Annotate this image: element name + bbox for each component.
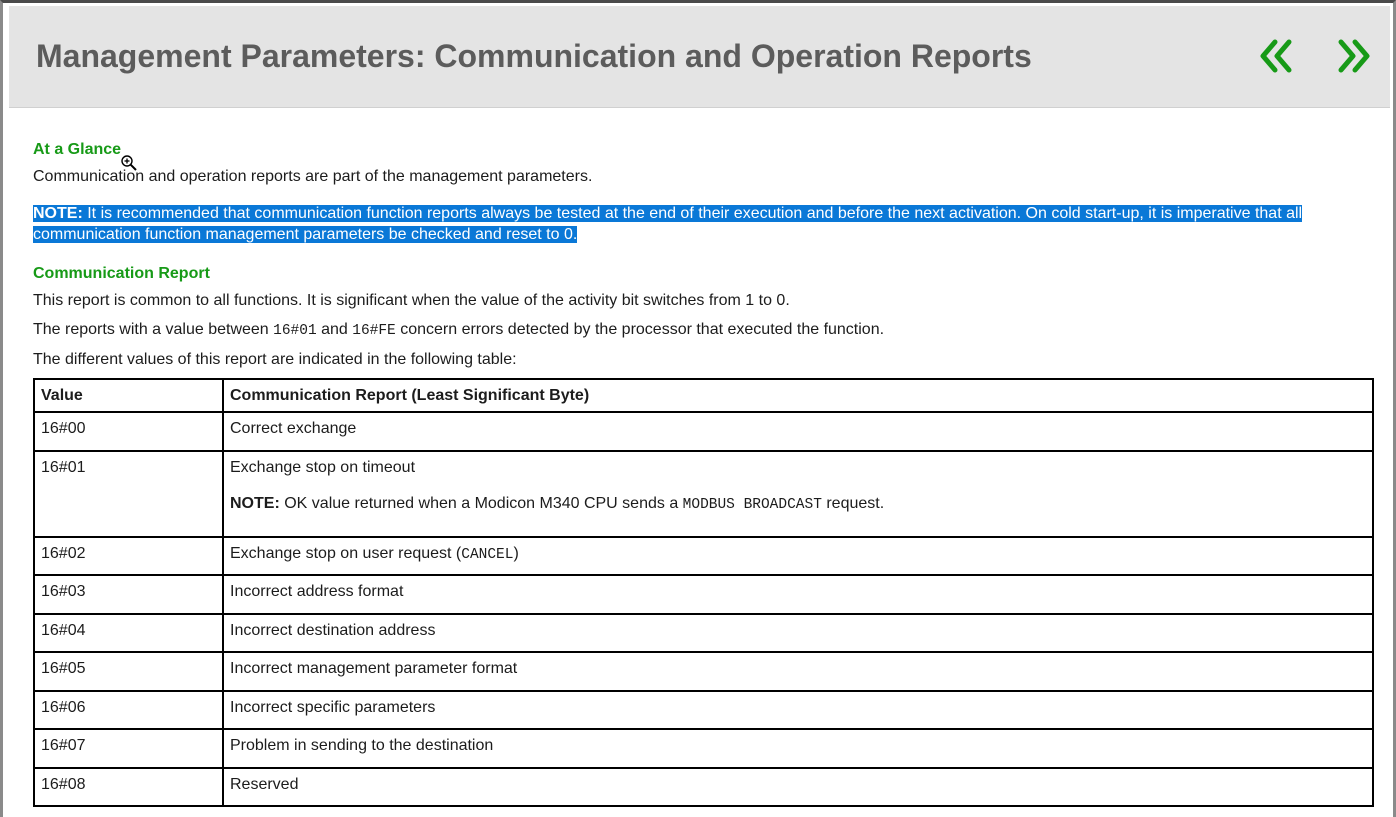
value-cell: 16#00 bbox=[33, 411, 224, 452]
report-paragraph-3: The different values of this report are … bbox=[33, 351, 517, 368]
table-row: 16#04 Incorrect destination address bbox=[33, 612, 1374, 653]
code-value-low: 16#01 bbox=[273, 323, 317, 339]
description-cell: Incorrect address format bbox=[222, 574, 1374, 615]
value-cell: 16#02 bbox=[33, 535, 224, 576]
table-row: 16#08 Reserved bbox=[33, 766, 1374, 807]
page-title: Management Parameters: Communication and… bbox=[36, 38, 1032, 74]
value-cell: 16#07 bbox=[33, 728, 224, 769]
table-row: 16#05 Incorrect management parameter for… bbox=[33, 651, 1374, 692]
value-cell: 16#01 bbox=[33, 449, 224, 538]
code-modbus-broadcast: MODBUS BROADCAST bbox=[682, 496, 822, 513]
description-cell: Incorrect destination address bbox=[222, 612, 1374, 653]
code-cancel: CANCEL bbox=[461, 546, 514, 563]
value-cell: 16#06 bbox=[33, 689, 224, 730]
table-row: 16#06 Incorrect specific parameters bbox=[33, 689, 1374, 730]
table-row: 16#00 Correct exchange bbox=[33, 411, 1374, 452]
value-cell: 16#08 bbox=[33, 766, 224, 807]
code-value-high: 16#FE bbox=[352, 323, 396, 339]
heading-at-a-glance: At a Glance bbox=[33, 141, 122, 158]
zoom-cursor-icon bbox=[121, 155, 137, 171]
column-header-value: Value bbox=[33, 378, 224, 413]
value-cell: 16#05 bbox=[33, 651, 224, 692]
double-chevron-left-icon bbox=[1260, 39, 1292, 73]
note-label: NOTE: bbox=[33, 205, 83, 222]
column-header-description: Communication Report (Least Significant … bbox=[222, 378, 1374, 413]
table-row: 16#01 Exchange stop on timeout NOTE: OK … bbox=[33, 449, 1374, 538]
next-page-button[interactable] bbox=[1333, 34, 1377, 78]
description-cell: Incorrect management parameter format bbox=[222, 651, 1374, 692]
note-line-1: NOTE: It is recommended that communicati… bbox=[33, 205, 1303, 222]
report-paragraph-1: This report is common to all functions. … bbox=[33, 292, 790, 309]
table-row: 16#02 Exchange stop on user request (CAN… bbox=[33, 535, 1374, 576]
report-paragraph-2: The reports with a value between 16#01 a… bbox=[33, 321, 885, 339]
double-chevron-right-icon bbox=[1338, 39, 1370, 73]
communication-report-table: Value Communication Report (Least Signif… bbox=[33, 378, 1374, 807]
description-cell: Problem in sending to the destination bbox=[222, 728, 1374, 769]
table-row: 16#07 Problem in sending to the destinat… bbox=[33, 728, 1374, 769]
document-window: Management Parameters: Communication and… bbox=[0, 0, 1396, 817]
intro-paragraph: Communication and operation reports are … bbox=[33, 168, 593, 185]
table-header-row: Value Communication Report (Least Signif… bbox=[33, 378, 1374, 413]
description-cell: Incorrect specific parameters bbox=[222, 689, 1374, 730]
value-cell: 16#04 bbox=[33, 612, 224, 653]
heading-communication-report: Communication Report bbox=[33, 265, 210, 282]
page-header: Management Parameters: Communication and… bbox=[9, 6, 1390, 108]
value-cell: 16#03 bbox=[33, 574, 224, 615]
description-cell: Exchange stop on timeout NOTE: OK value … bbox=[222, 449, 1374, 538]
table-row: 16#03 Incorrect address format bbox=[33, 574, 1374, 615]
description-cell: Correct exchange bbox=[222, 411, 1374, 452]
description-cell: Reserved bbox=[222, 766, 1374, 807]
note-line-2: communication function management parame… bbox=[33, 225, 578, 243]
cell-note: NOTE: OK value returned when a Modicon M… bbox=[230, 494, 885, 513]
previous-page-button[interactable] bbox=[1253, 34, 1297, 78]
selected-note[interactable]: NOTE: It is recommended that communicati… bbox=[33, 204, 1373, 245]
description-cell: Exchange stop on user request (CANCEL) bbox=[222, 535, 1374, 576]
